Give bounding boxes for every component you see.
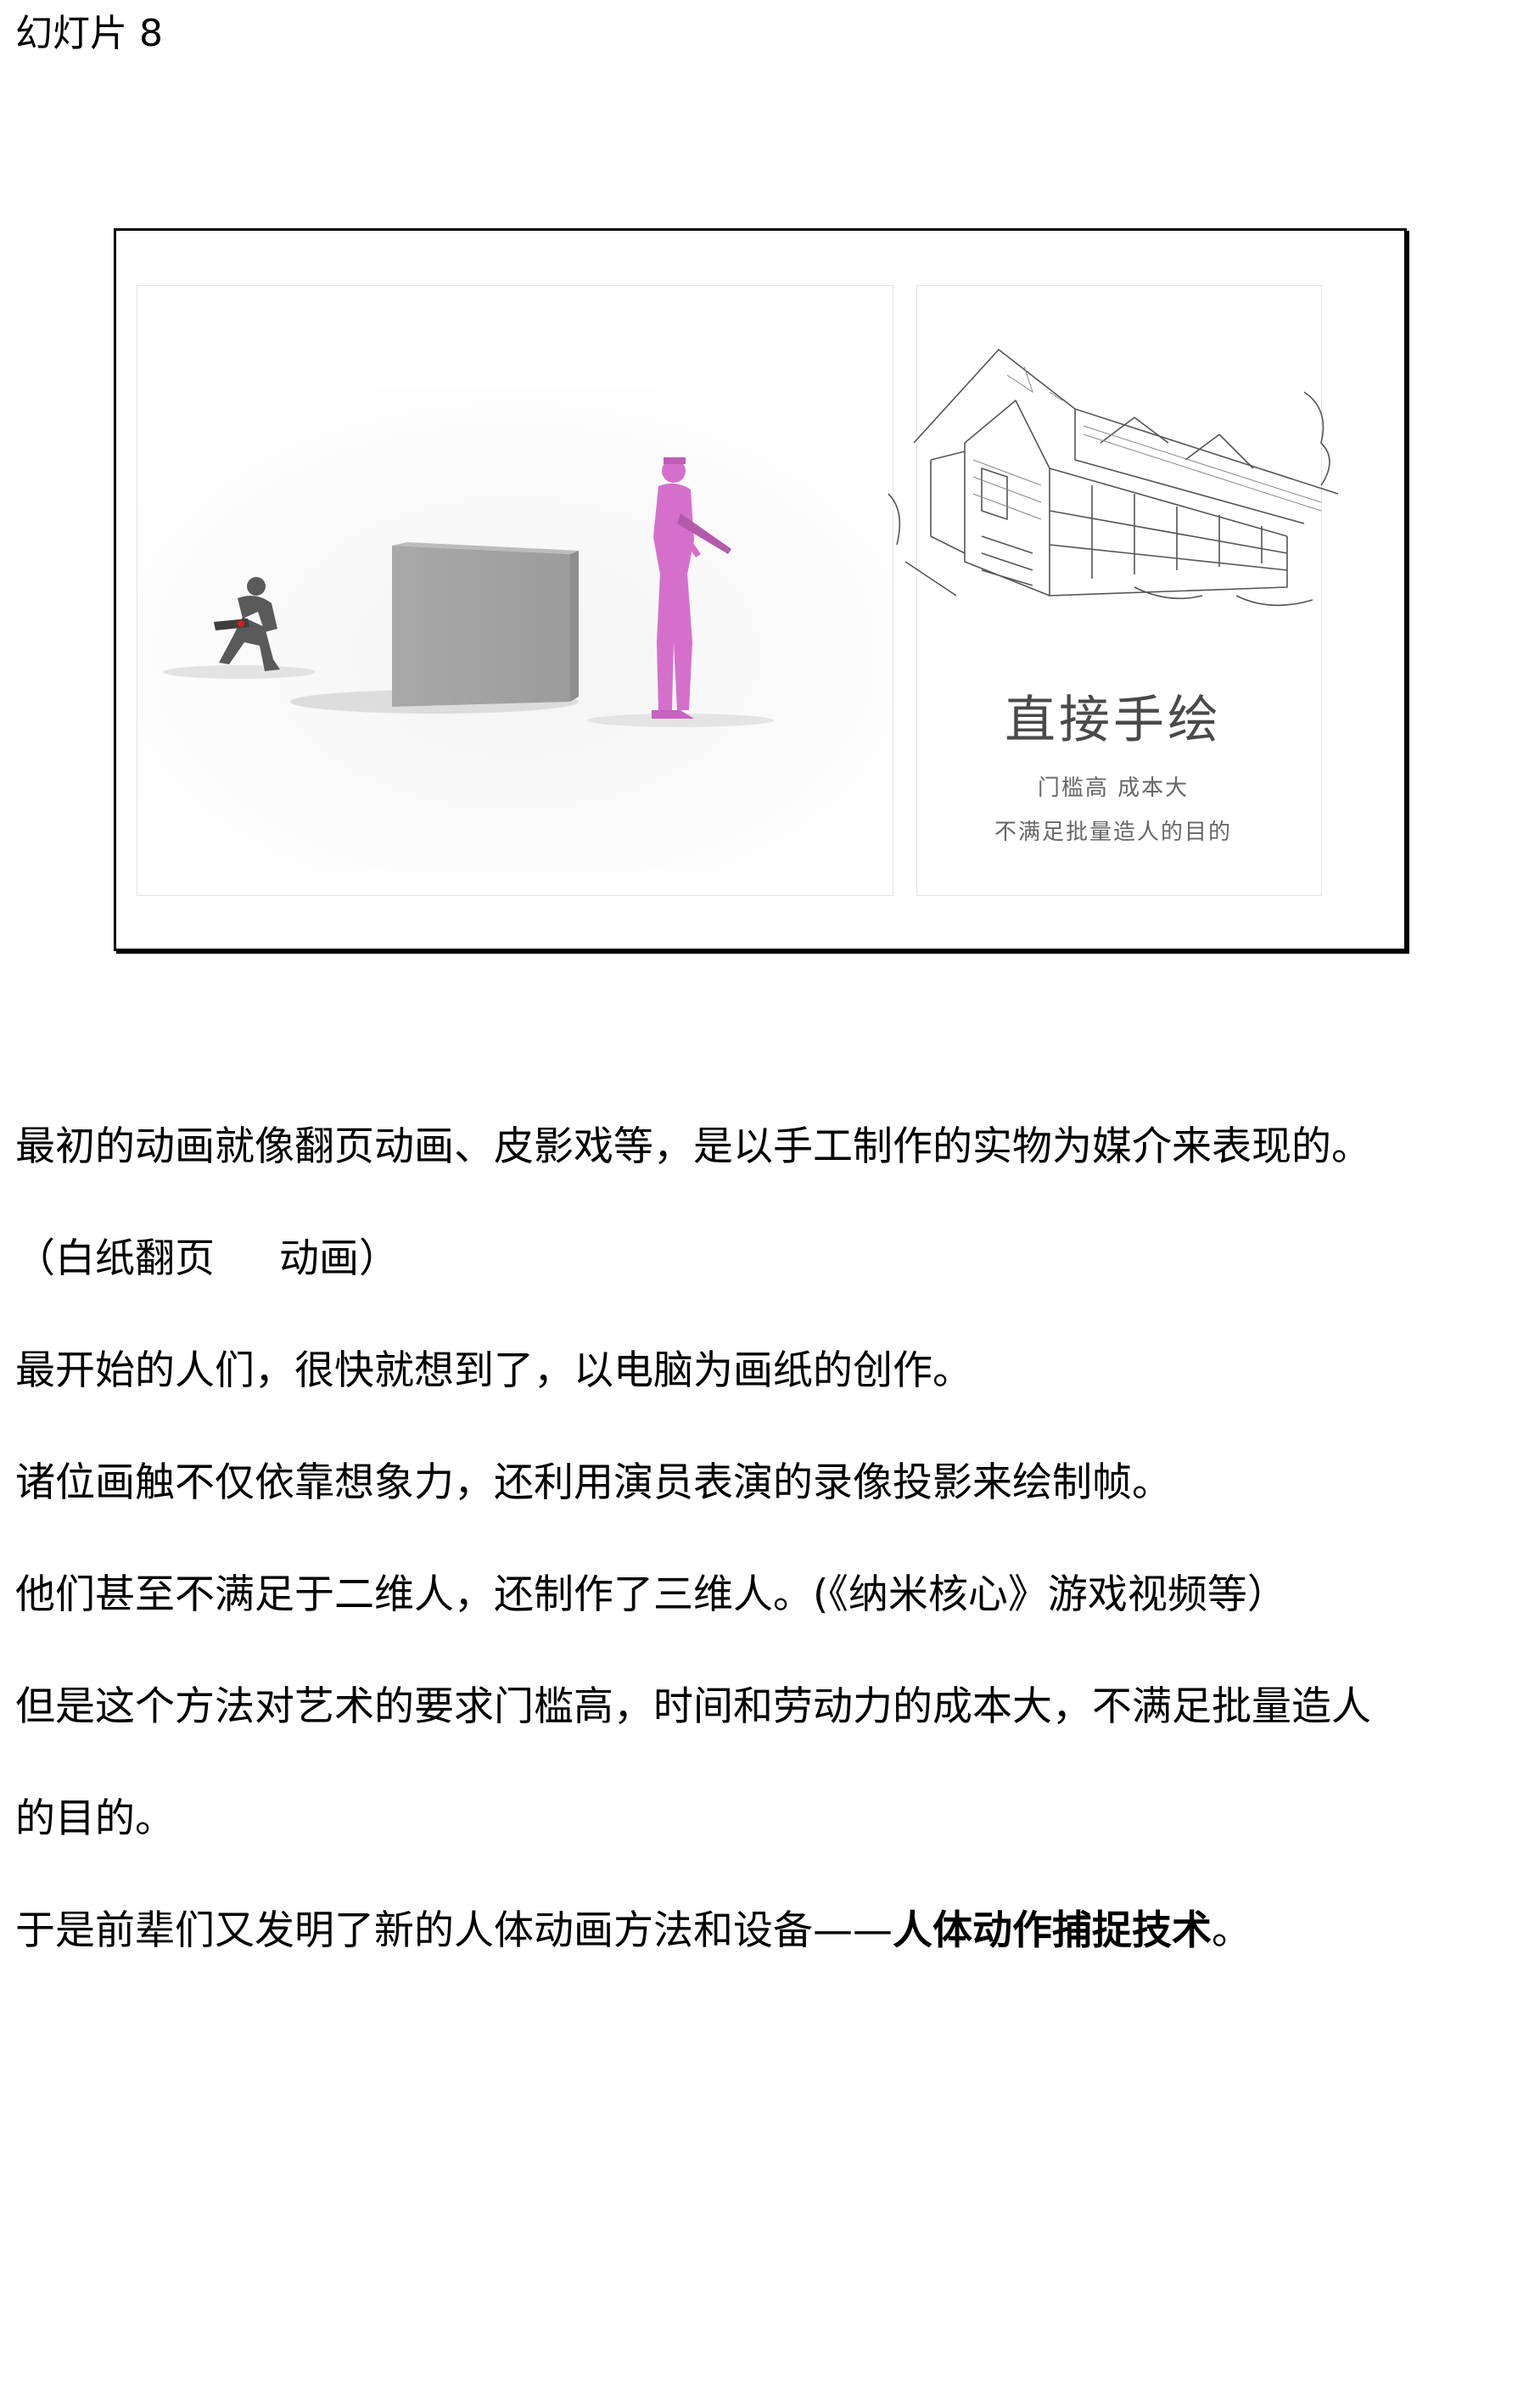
slide-subtitle-1: 门槛高 成本大 [1037,776,1190,801]
paragraph-7-text: 于是前辈们又发明了新的人体动画方法和设备—— [15,1907,893,1954]
paragraph-4: 诸位画触不仅依靠想象力，还利用演员表演的录像投影来绘制帧。 [15,1459,1172,1506]
scene-panel [137,285,893,896]
paragraph-5: 他们甚至不满足于二维人，还制作了三维人。(《纳米核心》游戏视频等） [15,1571,1287,1618]
grey-box [392,542,579,707]
paragraph-2-part-a: （白纸翻页 [15,1235,215,1282]
slide-frame: 直接手绘 门槛高 成本大 不满足批量造人的目的 [114,228,1407,951]
paragraph-6-line-1: 但是这个方法对艺术的要求门槛高，时间和劳动力的成本大，不满足批量造人 [15,1683,1371,1730]
paragraph-2-part-b: 动画） [279,1235,399,1282]
paragraph-7-end: 。 [1212,1907,1252,1954]
slide-subtitle-2: 不满足批量造人的目的 [994,820,1232,845]
render-scene [137,388,893,871]
slide-title: 直接手绘 [1005,691,1222,750]
paragraph-7: 于是前辈们又发明了新的人体动画方法和设备——人体动作捕捉技术。 [15,1904,1252,1958]
paragraph-2: （白纸翻页 动画） [15,1232,399,1286]
slide-heading: 幻灯片 8 [15,12,163,55]
soldier-shadow [163,665,316,679]
paragraph-3: 最开始的人们，很快就想到了，以电脑为画纸的创作。 [15,1347,972,1394]
paragraph-6-line-2: 的目的。 [15,1795,175,1842]
building-sketch [888,349,1339,607]
mocap-term: 人体动作捕捉技术 [893,1907,1212,1954]
paragraph-1: 最初的动画就像翻页动画、皮影戏等，是以手工制作的实物为媒介来表现的。 [15,1123,1371,1170]
